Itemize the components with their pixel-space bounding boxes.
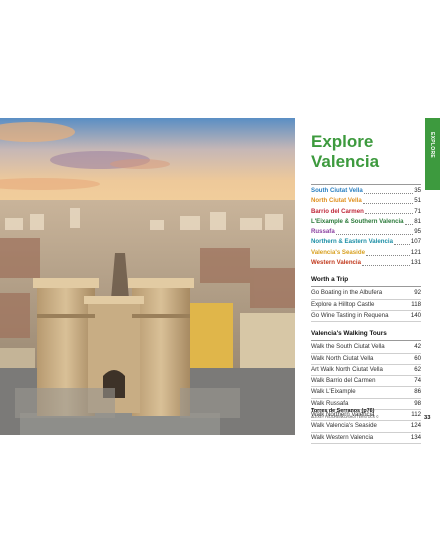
toc-entry[interactable]: Northern & Eastern Valencia 107	[311, 237, 421, 247]
tour-entry-page: 124	[410, 422, 421, 430]
toc-entry-label: Russafa	[311, 228, 335, 236]
tour-entry[interactable]: Walk L'Eixample 86	[311, 387, 421, 399]
side-tab-label: EXPLORE	[429, 132, 435, 158]
toc-entry[interactable]: L'Eixample & Southern Valencia 81	[311, 217, 421, 227]
page-title: Explore Valencia	[311, 132, 379, 172]
toc-entry-page: 51	[414, 197, 421, 205]
toc-entry[interactable]: South Ciutat Vella 35	[311, 186, 421, 196]
toc-entry-page: 121	[410, 248, 421, 256]
toc-column: Explore Valencia South Ciutat Vella 35 No…	[311, 118, 421, 444]
tour-entry-label: Walk North Ciutat Vella	[311, 354, 374, 362]
tour-entry-page: 86	[414, 388, 421, 396]
tour-entry-page: 60	[414, 354, 421, 362]
tour-entry[interactable]: Walk the South Ciutat Vella 42	[311, 342, 421, 354]
trip-entry-page: 92	[414, 289, 421, 297]
title-line-2: Valencia	[311, 152, 380, 171]
toc-entry[interactable]: Western Valencia 131	[311, 258, 421, 268]
valencia-aerial-photo	[0, 118, 295, 435]
walking-tours-heading: Valencia's Walking Tours	[311, 330, 387, 338]
divider	[311, 340, 421, 342]
tour-entry[interactable]: Art Walk North Ciutat Vella 62	[311, 365, 421, 377]
photo-caption: Torres de Serranos (p76) ALEXEY FEDORENK…	[311, 408, 431, 420]
trip-entry[interactable]: Go Boating in the Albufera 92	[311, 288, 421, 300]
toc-entry-page: 95	[414, 228, 421, 236]
toc-entry-label: Valencia's Seaside	[311, 248, 365, 256]
tour-entry-page: 134	[410, 433, 421, 441]
toc-entry-page: 107	[410, 238, 421, 246]
photo-credit: ALEXEY FEDORENKO/SHUTTERSTOCK ©	[311, 415, 379, 419]
trip-entry-label: Go Boating in the Albufera	[311, 289, 383, 297]
tour-entry-label: Walk Western Valencia	[311, 433, 374, 441]
tour-entry-page: 42	[414, 343, 421, 351]
trip-entry[interactable]: Explore a Hilltop Castle 118	[311, 300, 421, 311]
toc-entry[interactable]: Valencia's Seaside 121	[311, 248, 421, 258]
toc-entry-page: 71	[414, 207, 421, 215]
tour-entry[interactable]: Walk Western Valencia 134	[311, 433, 421, 444]
tour-entry-page: 74	[414, 377, 421, 385]
toc-entry-label: Barrio del Carmen	[311, 207, 364, 215]
toc-entry[interactable]: North Ciutat Vella 51	[311, 196, 421, 206]
tour-entry-label: Walk L'Eixample	[311, 388, 356, 396]
trip-entry-label: Explore a Hilltop Castle	[311, 300, 375, 308]
trip-entry-page: 118	[411, 300, 421, 308]
neighbourhood-list: South Ciutat Vella 35 North Ciutat Vella 5…	[311, 186, 421, 268]
tour-entry-label: Walk Barrio del Carmen	[311, 377, 376, 385]
toc-entry-label: Western Valencia	[311, 259, 362, 267]
divider	[311, 286, 421, 288]
trip-entry[interactable]: Go Wine Tasting in Requena 140	[311, 311, 421, 323]
tour-entry-page: 62	[414, 365, 421, 373]
worth-a-trip-heading: Worth a Trip	[311, 276, 349, 284]
divider	[311, 184, 421, 185]
tour-entry-label: Walk Valencia's Seaside	[311, 422, 377, 430]
tour-entry[interactable]: Walk North Ciutat Vella 60	[311, 354, 421, 365]
toc-entry-label: Northern & Eastern Valencia	[311, 238, 393, 246]
title-line-1: Explore	[311, 132, 374, 151]
toc-entry-label: South Ciutat Vella	[311, 187, 363, 194]
toc-entry-page: 131	[410, 259, 421, 267]
toc-entry-page: 81	[414, 217, 421, 225]
tour-entry-label: Walk the South Ciutat Vella	[311, 343, 385, 351]
worth-a-trip-list: Go Boating in the Albufera 92 Explore a H…	[311, 288, 421, 323]
walking-tours-list: Walk the South Ciutat Vella 42 Walk North…	[311, 342, 421, 444]
page-number: 33	[424, 415, 431, 421]
tour-entry-label: Art Walk North Ciutat Vella	[311, 365, 383, 373]
guidebook-page: Explore Valencia South Ciutat Vella 35 No…	[0, 118, 440, 444]
tour-entry[interactable]: Walk Barrio del Carmen 74	[311, 376, 421, 388]
toc-entry-page: 35	[414, 187, 421, 194]
toc-entry-label: L'Eixample & Southern Valencia	[311, 217, 404, 225]
toc-entry[interactable]: Barrio del Carmen 71	[311, 207, 421, 217]
caption-title: Torres de Serranos (p76)	[311, 408, 375, 414]
tour-entry[interactable]: Walk Valencia's Seaside 124	[311, 421, 421, 433]
explore-side-tab: EXPLORE	[425, 118, 440, 190]
toc-entry[interactable]: Russafa 95	[311, 227, 421, 237]
toc-entry-label: North Ciutat Vella	[311, 197, 362, 205]
trip-entry-label: Go Wine Tasting in Requena	[311, 311, 389, 319]
trip-entry-page: 140	[410, 311, 421, 319]
